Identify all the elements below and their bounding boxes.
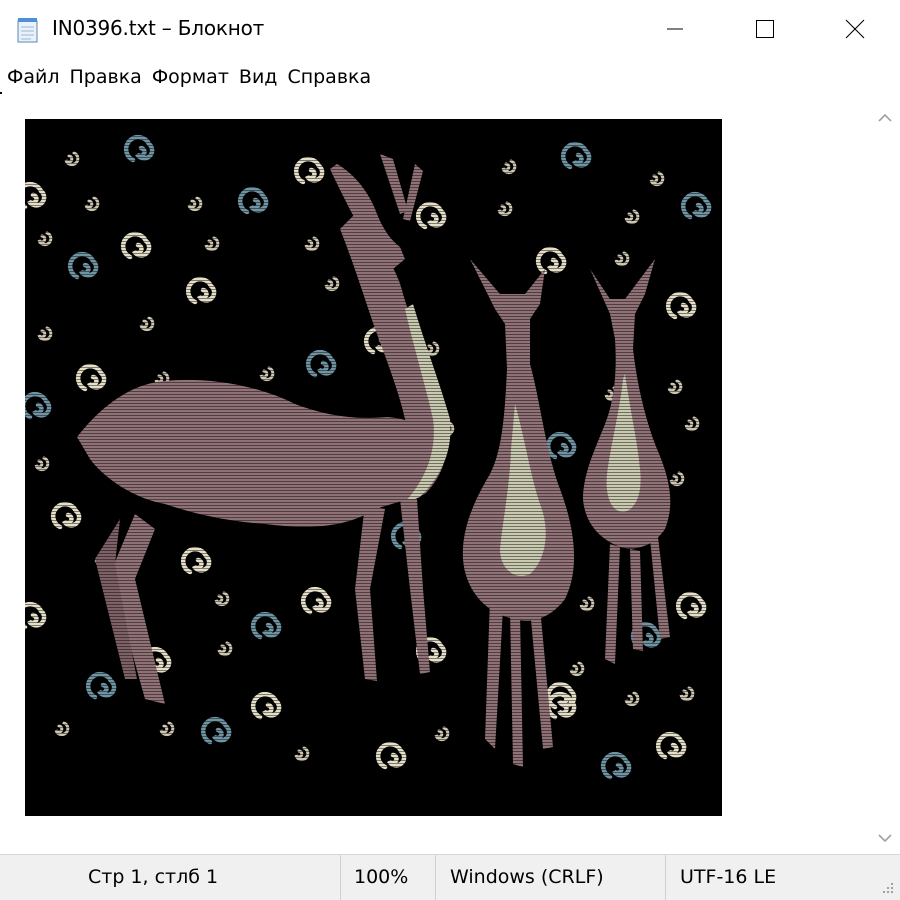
close-button[interactable] bbox=[810, 0, 900, 58]
chevron-down-icon bbox=[877, 833, 892, 842]
status-divider bbox=[340, 855, 341, 900]
ascii-art-image bbox=[25, 119, 722, 816]
menu-help[interactable]: Справка bbox=[287, 62, 374, 92]
scroll-down-button[interactable] bbox=[869, 822, 900, 853]
menu-edit[interactable]: Правка bbox=[70, 62, 145, 92]
chevron-up-icon bbox=[877, 113, 892, 122]
scroll-up-button[interactable] bbox=[869, 102, 900, 133]
menu-file[interactable]: Файл bbox=[7, 62, 63, 92]
gazelle-right bbox=[583, 259, 671, 664]
maximize-icon bbox=[756, 20, 774, 38]
close-icon bbox=[845, 19, 865, 39]
vertical-scrollbar[interactable] bbox=[869, 94, 900, 854]
gazelles-art bbox=[25, 119, 722, 816]
status-bar: Стр 1, стлб 1 100% Windows (CRLF) UTF-16… bbox=[0, 854, 900, 900]
status-cursor-position: Стр 1, стлб 1 bbox=[88, 866, 219, 888]
minimize-icon bbox=[667, 28, 683, 30]
maximize-button[interactable] bbox=[720, 0, 810, 58]
status-line-ending: Windows (CRLF) bbox=[450, 866, 604, 888]
status-divider bbox=[665, 855, 666, 900]
status-divider bbox=[435, 855, 436, 900]
window-title: IN0396.txt – Блокнот bbox=[52, 16, 265, 40]
gazelle-middle bbox=[462, 259, 575, 767]
status-encoding: UTF-16 LE bbox=[680, 866, 777, 888]
status-zoom: 100% bbox=[354, 866, 409, 888]
title-bar[interactable]: IN0396.txt – Блокнот bbox=[0, 0, 900, 58]
notepad-icon bbox=[17, 18, 38, 43]
resize-grip-icon[interactable] bbox=[880, 880, 894, 894]
menu-format[interactable]: Формат bbox=[152, 62, 232, 92]
minimize-button[interactable] bbox=[630, 0, 720, 58]
menu-bar: Файл Правка Формат Вид Справка bbox=[0, 62, 900, 92]
menu-view[interactable]: Вид bbox=[239, 62, 281, 92]
